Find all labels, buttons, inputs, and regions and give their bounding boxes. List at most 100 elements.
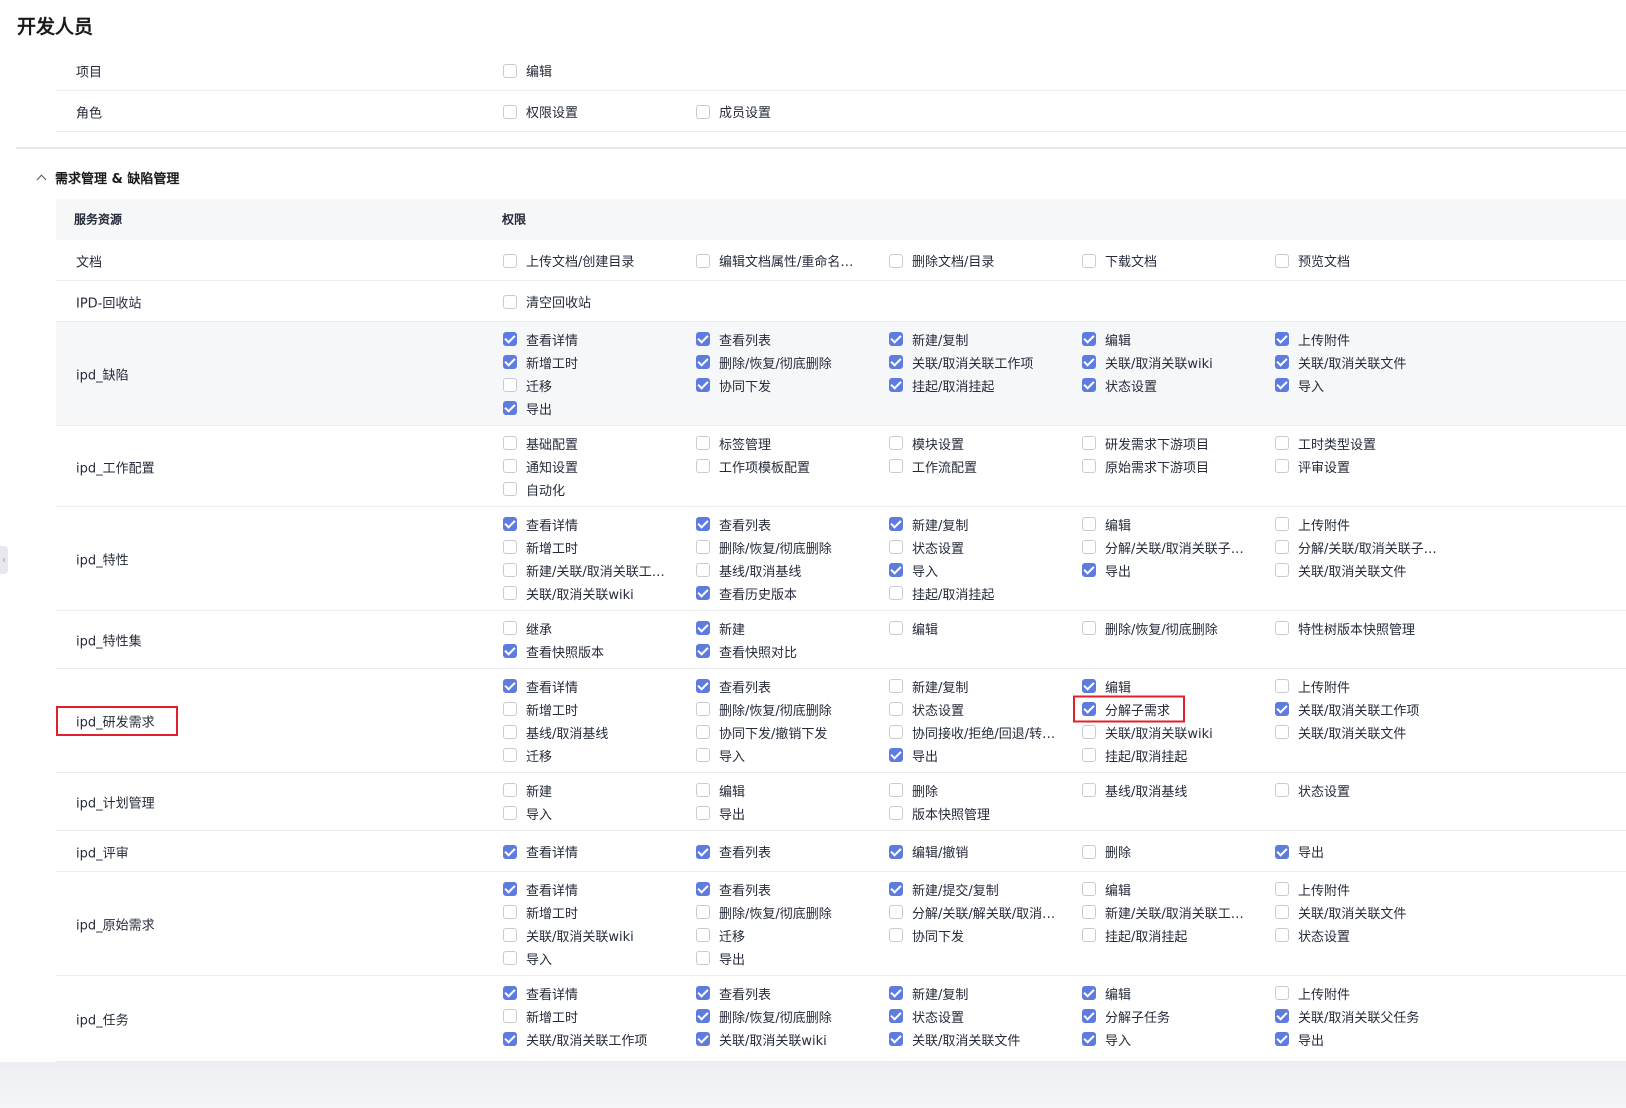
permission-item[interactable]: 导入: [696, 745, 745, 765]
checkbox-unchecked[interactable]: [696, 702, 710, 716]
permission-item[interactable]: 查看快照版本: [503, 641, 604, 661]
permission-item[interactable]: 挂起/取消挂起: [889, 375, 994, 395]
checkbox-unchecked[interactable]: [889, 783, 903, 797]
checkbox-unchecked[interactable]: [889, 621, 903, 635]
permission-item[interactable]: 新增工时: [503, 699, 578, 719]
permission-item[interactable]: 查看详情: [503, 842, 578, 862]
permission-item[interactable]: 删除: [889, 780, 938, 800]
checkbox-unchecked[interactable]: [1275, 621, 1289, 635]
checkbox-checked[interactable]: [889, 563, 903, 577]
permission-item[interactable]: 状态设置: [889, 537, 964, 557]
permission-item[interactable]: 清空回收站: [503, 292, 591, 312]
checkbox-checked[interactable]: [696, 378, 710, 392]
permission-item[interactable]: 查看列表: [696, 879, 771, 899]
permission-item[interactable]: 新建: [696, 618, 745, 638]
checkbox-unchecked[interactable]: [696, 540, 710, 554]
checkbox-unchecked[interactable]: [1275, 725, 1289, 739]
checkbox-checked[interactable]: [1082, 679, 1096, 693]
checkbox-unchecked[interactable]: [889, 679, 903, 693]
permission-item[interactable]: 分解/关联/取消关联子…: [1082, 537, 1244, 557]
checkbox-checked[interactable]: [696, 517, 710, 531]
permission-item[interactable]: 自动化: [503, 479, 565, 499]
permission-item[interactable]: 分解/关联/解关联/取消…: [889, 902, 1055, 922]
permission-item[interactable]: 导入: [1082, 1029, 1131, 1049]
checkbox-unchecked[interactable]: [1082, 844, 1096, 859]
permission-item[interactable]: 关联/取消关联文件: [1275, 560, 1406, 580]
checkbox-unchecked[interactable]: [696, 725, 710, 739]
checkbox-checked[interactable]: [696, 332, 710, 346]
permission-item[interactable]: 上传附件: [1275, 983, 1350, 1003]
checkbox-checked[interactable]: [889, 844, 903, 859]
checkbox-unchecked[interactable]: [1275, 882, 1289, 896]
checkbox-checked[interactable]: [889, 748, 903, 762]
permission-item[interactable]: 关联/取消关联父任务: [1275, 1006, 1419, 1026]
permission-item[interactable]: 查看列表: [696, 842, 771, 862]
checkbox-checked[interactable]: [1275, 844, 1289, 859]
permission-item[interactable]: 新增工时: [503, 1006, 578, 1026]
permission-item[interactable]: 导出: [1275, 842, 1324, 862]
permission-item[interactable]: 通知设置: [503, 456, 578, 476]
permission-item[interactable]: 关联/取消关联文件: [1275, 722, 1406, 742]
permission-item[interactable]: 挂起/取消挂起: [1082, 745, 1187, 765]
permission-item[interactable]: 上传附件: [1275, 329, 1350, 349]
permission-item[interactable]: 新建/复制: [889, 514, 968, 534]
checkbox-unchecked[interactable]: [503, 748, 517, 762]
permission-item[interactable]: 查看详情: [503, 676, 578, 696]
checkbox-checked[interactable]: [503, 644, 517, 658]
permission-item[interactable]: 关联/取消关联工作项: [503, 1029, 647, 1049]
checkbox-checked[interactable]: [889, 986, 903, 1000]
permission-item[interactable]: 关联/取消关联wiki: [1082, 352, 1213, 372]
permission-item[interactable]: 版本快照管理: [889, 803, 990, 823]
checkbox-unchecked[interactable]: [1275, 679, 1289, 693]
checkbox-unchecked[interactable]: [503, 540, 517, 554]
checkbox-unchecked[interactable]: [889, 253, 903, 268]
checkbox-checked[interactable]: [889, 517, 903, 531]
permission-item[interactable]: 基线/取消基线: [696, 560, 801, 580]
checkbox-unchecked[interactable]: [696, 563, 710, 577]
checkbox-checked[interactable]: [503, 844, 517, 859]
checkbox-unchecked[interactable]: [503, 806, 517, 820]
permission-item[interactable]: 状态设置: [1082, 375, 1157, 395]
permission-item[interactable]: 上传文档/创建目录: [503, 251, 634, 271]
checkbox-checked[interactable]: [1275, 355, 1289, 369]
permission-item[interactable]: 查看详情: [503, 329, 578, 349]
checkbox-unchecked[interactable]: [1082, 905, 1096, 919]
permission-item[interactable]: 协同下发/撤销下发: [696, 722, 827, 742]
checkbox-unchecked[interactable]: [889, 586, 903, 600]
permission-item[interactable]: 编辑: [1082, 983, 1131, 1003]
checkbox-unchecked[interactable]: [1275, 905, 1289, 919]
checkbox-checked[interactable]: [503, 1032, 517, 1046]
permission-item[interactable]: 迁移: [503, 375, 552, 395]
permission-item[interactable]: 上传附件: [1275, 514, 1350, 534]
checkbox-unchecked[interactable]: [1082, 436, 1096, 450]
checkbox-unchecked[interactable]: [1275, 517, 1289, 531]
permission-item[interactable]: 导入: [503, 803, 552, 823]
permission-item[interactable]: 删除文档/目录: [889, 251, 994, 271]
permission-item[interactable]: 删除/恢复/彻底删除: [696, 699, 832, 719]
permission-item[interactable]: 导出: [696, 803, 745, 823]
permission-item[interactable]: 编辑: [503, 61, 552, 81]
checkbox-unchecked[interactable]: [503, 905, 517, 919]
checkbox-checked[interactable]: [696, 355, 710, 369]
permission-item[interactable]: 关联/取消关联wiki: [696, 1029, 827, 1049]
permission-item[interactable]: 迁移: [696, 925, 745, 945]
checkbox-checked[interactable]: [696, 1009, 710, 1023]
checkbox-checked[interactable]: [1082, 702, 1096, 716]
permission-item[interactable]: 协同下发: [889, 925, 964, 945]
checkbox-checked[interactable]: [1082, 355, 1096, 369]
section-header[interactable]: 需求管理 & 缺陷管理: [36, 168, 179, 187]
permission-item[interactable]: 研发需求下游项目: [1082, 433, 1209, 453]
checkbox-unchecked[interactable]: [503, 783, 517, 797]
checkbox-unchecked[interactable]: [696, 104, 710, 119]
checkbox-unchecked[interactable]: [503, 563, 517, 577]
checkbox-checked[interactable]: [889, 1009, 903, 1023]
permission-item[interactable]: 挂起/取消挂起: [1082, 925, 1187, 945]
permission-item[interactable]: 导出: [1275, 1029, 1324, 1049]
checkbox-unchecked[interactable]: [1275, 783, 1289, 797]
permission-item[interactable]: 关联/取消关联wiki: [1082, 722, 1213, 742]
checkbox-unchecked[interactable]: [1082, 928, 1096, 942]
checkbox-unchecked[interactable]: [1082, 748, 1096, 762]
permission-item[interactable]: 模块设置: [889, 433, 964, 453]
checkbox-checked[interactable]: [503, 882, 517, 896]
checkbox-checked[interactable]: [503, 332, 517, 346]
